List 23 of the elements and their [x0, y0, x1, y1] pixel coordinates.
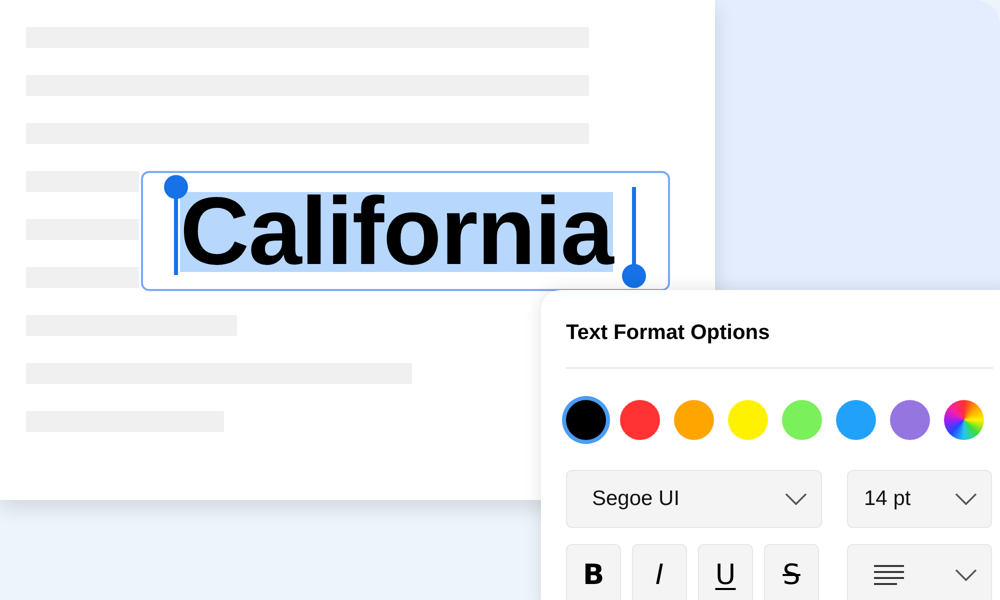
chevron-down-icon	[785, 493, 807, 505]
underline-button[interactable]: U	[698, 544, 753, 600]
selected-text: California	[180, 192, 613, 272]
selection-end-handle[interactable]	[621, 186, 647, 290]
text-box[interactable]: California	[141, 171, 670, 291]
alignment-dropdown[interactable]	[847, 544, 992, 600]
chevron-down-icon	[955, 569, 977, 581]
panel-title: Text Format Options	[566, 320, 771, 346]
color-swatch[interactable]	[890, 400, 930, 440]
align-left-icon	[873, 564, 905, 586]
color-swatch[interactable]	[566, 400, 606, 440]
color-swatch[interactable]	[728, 400, 768, 440]
bold-button[interactable]: B	[566, 544, 621, 600]
color-swatch[interactable]	[674, 400, 714, 440]
chevron-down-icon	[955, 493, 977, 505]
font-family-dropdown[interactable]: Segoe UI	[566, 470, 822, 528]
italic-button[interactable]: I	[632, 544, 687, 600]
strikethrough-button[interactable]: S	[764, 544, 819, 600]
font-size-dropdown[interactable]: 14 pt	[847, 470, 992, 528]
color-wheel-icon[interactable]	[944, 400, 984, 440]
color-swatch[interactable]	[836, 400, 876, 440]
color-swatch[interactable]	[782, 400, 822, 440]
color-swatch[interactable]	[620, 400, 660, 440]
